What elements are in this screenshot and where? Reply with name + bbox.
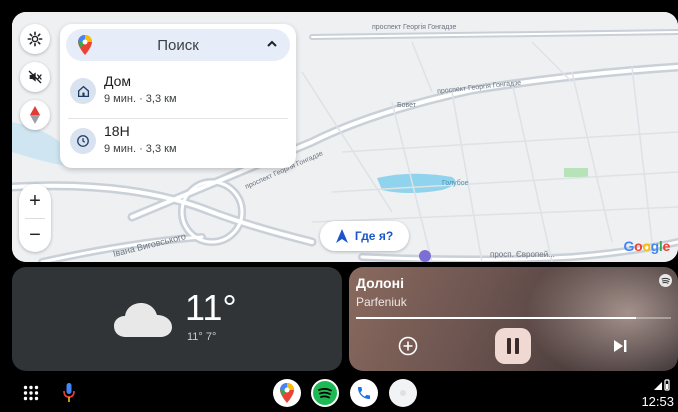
zoom-in-icon: +	[29, 189, 41, 212]
map-street-label: проспект Георгія Гонгадзе	[372, 24, 457, 31]
map-street-label: просп. Європей...	[490, 250, 555, 259]
map-place-label: Голубое	[442, 180, 469, 187]
add-icon	[398, 336, 418, 356]
zoom-in-button[interactable]: +	[19, 184, 51, 218]
pause-icon	[507, 338, 519, 354]
map-view[interactable]: проспект Георгія Гонгадзе проспект Георг…	[12, 12, 678, 262]
album-art	[508, 267, 678, 371]
destination-title: Дом	[104, 73, 132, 89]
bottom-bar: 12:53	[0, 374, 678, 412]
media-card[interactable]: Долоні Parfeniuk	[349, 267, 678, 371]
destination-subtitle: 9 мин. · 3,3 км	[104, 143, 177, 155]
settings-button[interactable]	[20, 24, 50, 54]
assistant-icon	[400, 390, 406, 396]
weather-range: 11° 7°	[187, 331, 217, 343]
weather-card[interactable]: 11° 11° 7°	[12, 267, 342, 371]
microphone-icon	[63, 383, 75, 402]
compass-button[interactable]	[20, 100, 50, 130]
app-assistant[interactable]	[389, 379, 417, 407]
phone-icon	[358, 387, 370, 399]
zoom-out-icon: −	[29, 223, 41, 246]
spotify-icon	[318, 387, 332, 399]
google-logo: Google	[623, 238, 671, 254]
gear-icon	[27, 31, 43, 47]
grid-icon	[23, 385, 39, 401]
compass-icon	[30, 106, 40, 124]
destination-item-home[interactable]: Дом 9 мин. · 3,3 км	[60, 66, 296, 118]
app-spotify[interactable]	[311, 379, 339, 407]
skip-next-button[interactable]	[611, 337, 629, 355]
mute-button[interactable]	[20, 62, 50, 92]
playback-progress[interactable]	[356, 317, 671, 319]
zoom-divider	[25, 218, 45, 219]
navigation-arrow-icon	[335, 229, 348, 243]
spotify-icon	[659, 274, 672, 287]
search-label: Поиск	[157, 37, 199, 54]
playback-progress-fill	[356, 317, 637, 319]
where-am-i-label: Где я?	[354, 229, 394, 243]
app-phone[interactable]	[350, 379, 378, 407]
home-icon	[70, 78, 96, 104]
zoom-control: + −	[19, 184, 51, 252]
voice-assistant-button[interactable]	[55, 379, 83, 407]
zoom-out-button[interactable]: −	[19, 218, 51, 252]
destination-item-recent[interactable]: 18H 9 мин. · 3,3 км	[60, 116, 296, 168]
skip-next-icon	[614, 340, 627, 352]
search-bar[interactable]: Поиск	[66, 29, 290, 61]
cloud-icon	[114, 303, 172, 337]
destination-title: 18H	[104, 123, 130, 139]
destination-subtitle: 9 мин. · 3,3 км	[104, 93, 177, 105]
destination-panel: Поиск Дом 9 мин. · 3,3 км 18H 9 мин. · 3…	[60, 24, 296, 168]
google-maps-icon	[280, 383, 294, 403]
app-launcher-button[interactable]	[17, 379, 45, 407]
where-am-i-button[interactable]: Где я?	[320, 221, 409, 251]
signal-battery-icon	[654, 379, 670, 391]
history-icon	[70, 128, 96, 154]
artist-name: Parfeniuk	[356, 295, 407, 309]
pause-button[interactable]	[495, 328, 531, 364]
clock: 12:53	[641, 394, 674, 409]
chevron-up-icon[interactable]	[266, 39, 278, 49]
volume-off-icon	[28, 70, 42, 84]
add-button[interactable]	[397, 335, 419, 357]
song-title: Долоні	[356, 275, 404, 291]
weather-temperature: 11°	[185, 287, 237, 328]
app-google-maps[interactable]	[273, 379, 301, 407]
map-place-label: Бовет	[397, 102, 416, 109]
